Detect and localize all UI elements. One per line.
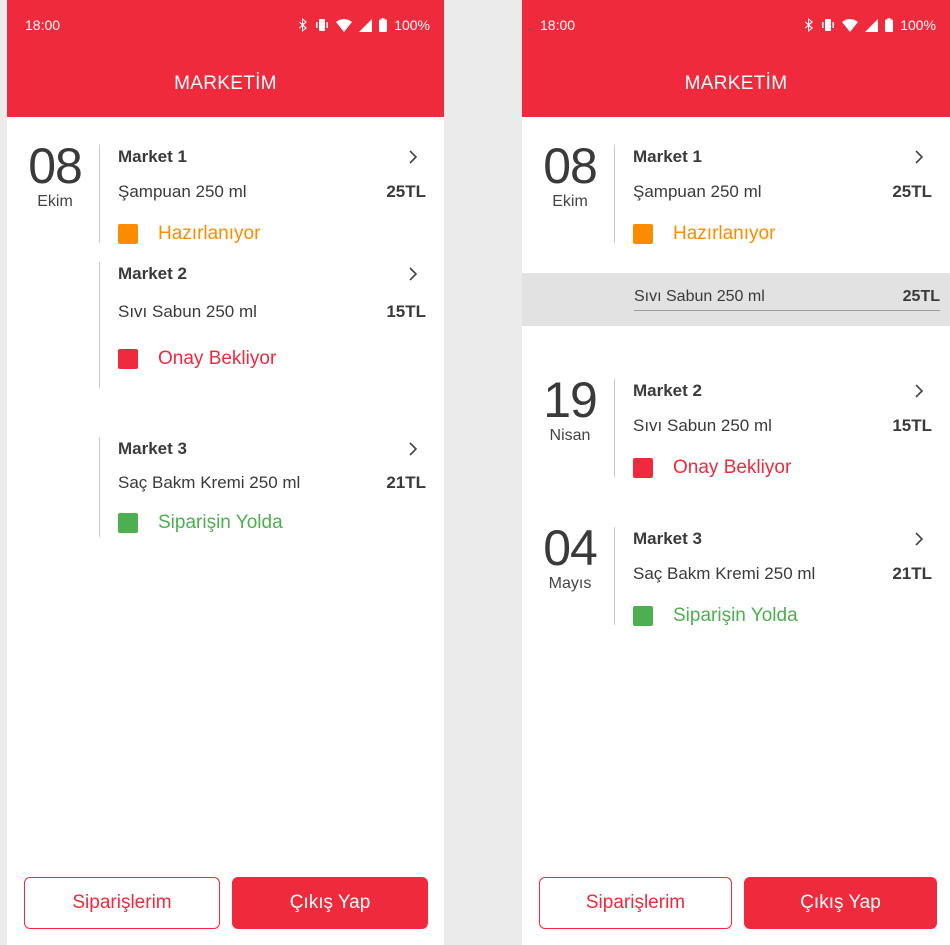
order-status: Onay Bekliyor <box>158 348 277 369</box>
battery-percent: 100% <box>394 17 430 33</box>
logout-button[interactable]: Çıkış Yap <box>744 877 937 929</box>
status-square-icon <box>633 458 653 478</box>
orders-list: 08 Ekim Market 1 Şampuan 250 ml 25TL Haz… <box>522 117 950 877</box>
orders-list: 08 Ekim Market 1 Şampuan 250 ml 25TL Haz… <box>7 117 444 877</box>
market-name: Market 2 <box>633 381 702 400</box>
expanded-product-name: Sıvı Sabun 250 ml <box>634 287 765 305</box>
divider <box>99 437 100 537</box>
date-month: Nisan <box>549 427 591 444</box>
date-month: Ekim <box>552 193 588 210</box>
status-time: 18:00 <box>540 17 576 33</box>
date-day: 08 <box>28 138 83 194</box>
chevron-right-icon[interactable] <box>408 149 426 165</box>
battery-percent: 100% <box>900 17 936 33</box>
status-square-icon <box>633 224 653 244</box>
divider <box>614 527 615 625</box>
product-name: Saç Bakm Kremi 250 ml <box>118 473 301 492</box>
status-bar: 18:00 100% <box>522 0 950 50</box>
date-day: 08 <box>543 138 598 194</box>
product-price: 21TL <box>892 564 932 583</box>
bottom-actions: Siparişlerim Çıkış Yap <box>24 877 428 929</box>
chevron-right-icon[interactable] <box>408 266 426 282</box>
date-block: 04 Mayıs <box>538 520 602 595</box>
date-month: Ekim <box>37 193 73 210</box>
app-bar: MARKETİM <box>522 50 950 117</box>
my-orders-button[interactable]: Siparişlerim <box>539 877 732 929</box>
date-day: 04 <box>543 520 598 576</box>
signal-icon <box>865 18 879 32</box>
product-price: 21TL <box>386 473 426 492</box>
order-card[interactable]: Market 1 Şampuan 250 ml 25TL Hazırlanıyo… <box>99 145 444 244</box>
product-name: Saç Bakm Kremi 250 ml <box>633 564 816 583</box>
product-name: Sıvı Sabun 250 ml <box>633 416 772 435</box>
status-icons: 100% <box>298 17 430 33</box>
product-price: 15TL <box>386 302 426 321</box>
wifi-icon <box>336 18 353 32</box>
status-square-icon <box>118 224 138 244</box>
market-name: Market 2 <box>118 264 187 283</box>
date-block: 19 Nisan <box>538 372 602 447</box>
date-block: 08 Ekim <box>538 138 602 213</box>
status-square-icon <box>118 513 138 533</box>
order-status: Hazırlanıyor <box>673 223 776 244</box>
expanded-product-price: 25TL <box>902 287 940 305</box>
vibrate-icon <box>316 19 329 31</box>
order-card[interactable]: Market 2 Sıvı Sabun 250 ml 15TL Onay Bek… <box>99 262 444 388</box>
order-card[interactable]: Market 3 Saç Bakm Kremi 250 ml 21TL Sipa… <box>614 527 950 626</box>
chevron-right-icon[interactable] <box>914 383 932 399</box>
battery-icon <box>379 18 388 32</box>
date-block: 08 Ekim <box>23 138 87 213</box>
vibrate-icon <box>822 19 835 31</box>
order-card[interactable]: Market 2 Sıvı Sabun 250 ml 15TL Onay Bek… <box>614 379 950 478</box>
status-square-icon <box>633 606 653 626</box>
market-name: Market 1 <box>633 147 702 166</box>
app-title: MARKETİM <box>684 72 788 94</box>
product-name: Şampuan 250 ml <box>633 182 762 201</box>
phone-screen-left: 18:00 100% MARKETİM 08 Ekim Market 1 Şam… <box>7 0 444 945</box>
signal-icon <box>359 18 373 32</box>
product-price: 25TL <box>386 182 426 201</box>
market-name: Market 1 <box>118 147 187 166</box>
product-name: Şampuan 250 ml <box>118 182 247 201</box>
status-icons: 100% <box>804 17 936 33</box>
chevron-right-icon[interactable] <box>914 149 932 165</box>
status-square-icon <box>118 349 138 369</box>
bluetooth-icon <box>804 18 814 32</box>
order-status: Siparişin Yolda <box>158 512 283 533</box>
order-status: Siparişin Yolda <box>673 605 798 626</box>
product-price: 25TL <box>892 182 932 201</box>
order-card[interactable]: Market 1 Şampuan 250 ml 25TL Hazırlanıyo… <box>614 145 950 244</box>
date-day: 19 <box>543 372 598 428</box>
bottom-actions: Siparişlerim Çıkış Yap <box>539 877 937 929</box>
expanded-item-row[interactable]: Sıvı Sabun 250 ml 25TL <box>522 273 950 326</box>
product-name: Sıvı Sabun 250 ml <box>118 302 257 321</box>
order-card[interactable]: Market 3 Saç Bakm Kremi 250 ml 21TL Sipa… <box>99 437 444 537</box>
date-month: Mayıs <box>548 575 592 592</box>
app-bar: MARKETİM <box>7 50 444 117</box>
market-name: Market 3 <box>633 529 702 548</box>
app-title: MARKETİM <box>174 72 277 94</box>
order-status: Onay Bekliyor <box>673 457 792 478</box>
chevron-right-icon[interactable] <box>914 531 932 547</box>
phone-screen-right: 18:00 100% MARKETİM 08 Ekim Market 1 Şam… <box>522 0 950 945</box>
divider <box>614 379 615 477</box>
divider <box>614 145 615 243</box>
divider <box>99 145 100 243</box>
wifi-icon <box>842 18 859 32</box>
product-price: 15TL <box>892 416 932 435</box>
logout-button[interactable]: Çıkış Yap <box>232 877 428 929</box>
my-orders-button[interactable]: Siparişlerim <box>24 877 220 929</box>
order-status: Hazırlanıyor <box>158 223 261 244</box>
divider <box>99 262 100 388</box>
chevron-right-icon[interactable] <box>408 441 426 457</box>
status-time: 18:00 <box>25 17 61 33</box>
battery-icon <box>885 18 894 32</box>
market-name: Market 3 <box>118 439 187 458</box>
status-bar: 18:00 100% <box>7 0 444 50</box>
bluetooth-icon <box>298 18 308 32</box>
